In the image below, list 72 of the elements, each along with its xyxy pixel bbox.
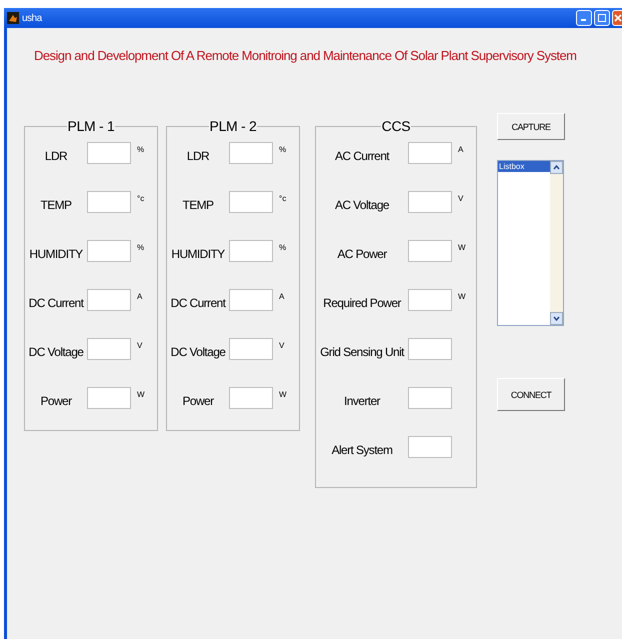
field-label: AC Voltage xyxy=(334,198,390,212)
unit-label: % xyxy=(279,243,286,252)
unit-label: A xyxy=(279,292,284,301)
panel-title: PLM - 2 xyxy=(208,118,258,134)
input-field[interactable] xyxy=(408,289,452,311)
field-label: LDR xyxy=(186,149,210,163)
capture-button[interactable]: CAPTURE xyxy=(497,113,565,140)
field-label: Required Power xyxy=(322,296,402,310)
scrollbar[interactable] xyxy=(550,161,563,325)
field-label: Inverter xyxy=(343,394,382,408)
close-button[interactable] xyxy=(612,10,622,26)
panel-title: CCS xyxy=(380,118,412,134)
input-field[interactable] xyxy=(229,240,273,262)
unit-label: W xyxy=(458,292,466,301)
input-field[interactable] xyxy=(408,387,452,409)
close-icon xyxy=(614,14,622,22)
input-field[interactable] xyxy=(229,289,273,311)
unit-label: V xyxy=(279,341,284,350)
unit-label: % xyxy=(279,145,286,154)
input-field[interactable] xyxy=(229,387,273,409)
field-label: TEMP xyxy=(182,198,214,212)
app-icon xyxy=(7,12,19,24)
window-title: usha xyxy=(22,12,44,24)
unit-label: W xyxy=(137,390,145,399)
unit-label: W xyxy=(279,390,287,399)
field-label: AC Current xyxy=(334,149,390,163)
input-field[interactable] xyxy=(87,338,131,360)
input-field[interactable] xyxy=(408,191,452,213)
input-field[interactable] xyxy=(87,142,131,164)
unit-label: % xyxy=(137,145,144,154)
panel-title: PLM - 1 xyxy=(66,118,116,134)
unit-label: °c xyxy=(137,194,144,203)
unit-label: °c xyxy=(279,194,286,203)
input-field[interactable] xyxy=(229,142,273,164)
field-label: Alert System xyxy=(330,443,394,457)
field-label: HUMIDITY xyxy=(28,247,84,261)
field-label: Power xyxy=(39,394,73,408)
scroll-up-icon[interactable] xyxy=(550,161,563,174)
input-field[interactable] xyxy=(87,191,131,213)
input-field[interactable] xyxy=(229,191,273,213)
input-field[interactable] xyxy=(87,387,131,409)
maximize-icon xyxy=(598,14,606,22)
minimize-button[interactable] xyxy=(576,10,592,26)
unit-label: A xyxy=(137,292,142,301)
field-label: HUMIDITY xyxy=(170,247,226,261)
unit-label: A xyxy=(458,145,464,154)
field-label: Power xyxy=(181,394,215,408)
input-field[interactable] xyxy=(408,338,452,360)
unit-label: % xyxy=(137,243,144,252)
field-label: DC Current xyxy=(28,296,85,310)
unit-label: W xyxy=(458,243,466,252)
maximize-button[interactable] xyxy=(594,10,610,26)
scroll-down-icon[interactable] xyxy=(550,312,563,325)
list-item[interactable]: Listbox xyxy=(498,161,550,172)
unit-label: V xyxy=(458,194,464,203)
input-field[interactable] xyxy=(87,240,131,262)
field-label: TEMP xyxy=(40,198,72,212)
unit-label: V xyxy=(137,341,142,350)
field-label: DC Voltage xyxy=(28,345,84,359)
connect-button[interactable]: CONNECT xyxy=(497,378,565,411)
page-heading: Design and Development Of A Remote Monitroing and Maintenance Of Solar Plant Supervisory System xyxy=(34,48,578,63)
field-label: Grid Sensing Unit xyxy=(319,345,406,359)
field-label: DC Voltage xyxy=(170,345,226,359)
field-label: DC Current xyxy=(170,296,227,310)
field-label: LDR xyxy=(44,149,68,163)
input-field[interactable] xyxy=(408,240,452,262)
listbox[interactable]: Listbox xyxy=(497,160,564,326)
input-field[interactable] xyxy=(229,338,273,360)
field-label: AC Power xyxy=(336,247,388,261)
input-field[interactable] xyxy=(87,289,131,311)
input-field[interactable] xyxy=(408,436,452,458)
input-field[interactable] xyxy=(408,142,452,164)
